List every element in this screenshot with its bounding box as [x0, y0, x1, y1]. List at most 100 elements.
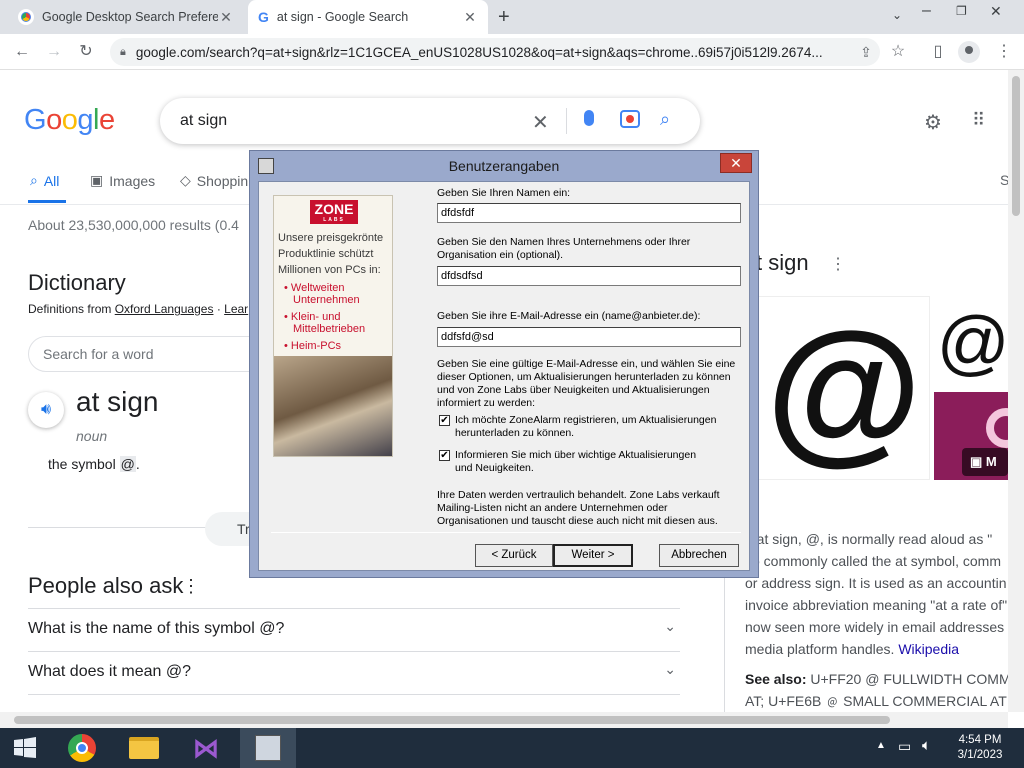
apps-grid-icon[interactable]: ⠿	[972, 110, 986, 131]
settings-gear-icon[interactable]: ⚙	[924, 110, 942, 135]
kp-image-at-sign[interactable]: @	[758, 296, 930, 480]
search-icon[interactable]: ⌕	[660, 109, 670, 130]
paa-question[interactable]: What does it mean @? ⌄	[28, 651, 680, 694]
paa-question-text: What does it mean @?	[28, 663, 191, 680]
bullet-text: Unternehmen	[293, 294, 360, 306]
logo-subtext: LABS	[323, 217, 345, 223]
tab-title: at sign - Google Search	[276, 10, 409, 24]
tab-close-icon[interactable]: ✕	[218, 9, 234, 25]
kp-image-at-sign-small[interactable]: @	[934, 296, 1010, 390]
learn-more-link[interactable]: Lear	[224, 302, 248, 316]
kp-image-purple[interactable]: ▣ M	[934, 392, 1024, 480]
oxford-languages-link[interactable]: Oxford Languages	[115, 302, 214, 316]
privacy-line: Mailing-Listen nicht an andere Unternehm…	[437, 502, 668, 514]
volume-icon[interactable]: 🔈︎	[922, 737, 931, 754]
pronounce-speaker-icon[interactable]: 🔊︎	[28, 392, 64, 428]
tab-close-icon[interactable]: ✕	[462, 9, 478, 25]
more-options-icon[interactable]: ⋮	[182, 576, 200, 597]
definition-symbol: @	[119, 456, 136, 472]
dialog-titlebar[interactable]: Benutzerangaben ✕	[250, 151, 758, 181]
start-button[interactable]	[0, 728, 50, 768]
cancel-button[interactable]: Abbrechen	[659, 544, 739, 567]
restore-icon[interactable]: ❐	[956, 4, 967, 18]
camera-lens-icon[interactable]	[620, 110, 640, 128]
tab-images[interactable]: ▣ Images	[90, 172, 155, 189]
clear-search-icon[interactable]: ✕	[532, 110, 549, 135]
back-arrow-icon[interactable]: ←	[12, 42, 32, 62]
microphone-icon[interactable]	[584, 110, 594, 126]
forward-arrow-icon[interactable]: →	[44, 42, 64, 62]
dialog-close-button[interactable]: ✕	[720, 153, 752, 173]
tab-shopping[interactable]: ◇ Shoppin	[180, 172, 248, 189]
image-icon: ▣	[970, 454, 983, 469]
tab-at-sign-search[interactable]: G at sign - Google Search ✕	[248, 0, 488, 34]
user-info-dialog: Benutzerangaben ✕ ZONE LABS Unsere preis…	[249, 150, 759, 578]
kp-line: e at sign, @, is normally read aloud as …	[745, 531, 993, 547]
newsletter-checkbox[interactable]: ✔	[439, 450, 450, 461]
network-icon[interactable]: ▭	[898, 738, 911, 755]
org-label: Geben Sie den Namen Ihres Unternehmens o…	[437, 236, 690, 262]
horizontal-scroll-thumb[interactable]	[14, 716, 890, 724]
tab-images-label: Images	[109, 172, 156, 189]
wikipedia-link[interactable]: Wikipedia	[898, 641, 959, 657]
tab-search-chevron-icon[interactable]: ⌄	[892, 8, 902, 22]
address-bar[interactable]: 🔒︎ google.com/search?q=at+sign&rlz=1C1GC…	[110, 38, 880, 66]
horizontal-scrollbar[interactable]	[0, 712, 1008, 728]
tab-all[interactable]: ⌕ All	[30, 172, 59, 189]
vertical-scrollbar[interactable]	[1008, 70, 1024, 712]
more-images-label: M	[985, 454, 997, 469]
taskbar-visual-studio[interactable]: ⋈	[178, 728, 234, 768]
back-button[interactable]: < Zurück	[475, 544, 553, 567]
chrome-favicon-icon	[18, 9, 34, 25]
paa-question-text: What is the name of this symbol @?	[28, 620, 285, 637]
see-also-text: AT; U+FE6B ﹫ SMALL COMMERCIAL AT	[745, 693, 1007, 709]
paa-question[interactable]: What is the name of this symbol @? ⌄	[28, 608, 680, 651]
zone-labs-banner: ZONE LABS Unsere preisgekrönte Produktli…	[273, 195, 393, 457]
bullet-text: Heim-PCs	[290, 340, 342, 352]
browser-tab-strip: Google Desktop Search Preferen ✕ G at si…	[0, 0, 1024, 34]
share-icon[interactable]: ⇪	[856, 42, 876, 62]
chevron-down-icon: ⌄	[664, 661, 676, 677]
name-input[interactable]: dfdsfdf	[437, 203, 741, 223]
taskbar-installer[interactable]	[240, 728, 296, 768]
check-label-line: herunterladen zu können.	[455, 427, 575, 439]
taskbar-chrome[interactable]	[54, 728, 110, 768]
minimize-icon[interactable]: –	[922, 2, 931, 20]
register-label[interactable]: Ich möchte ZoneAlarm registrieren, um Ak…	[455, 414, 716, 440]
see-also-label: See also:	[745, 671, 807, 687]
info-line: Geben Sie eine gültige E-Mail-Adresse ei…	[437, 358, 736, 370]
taskbar-file-explorer[interactable]	[116, 728, 172, 768]
next-button[interactable]: Weiter >	[553, 544, 633, 567]
clock-time: 4:54 PM	[958, 734, 1002, 746]
register-checkbox[interactable]: ✔	[439, 415, 450, 426]
google-logo[interactable]: Google	[24, 104, 115, 137]
clock-date: 3/1/2023	[957, 749, 1003, 761]
more-images-button[interactable]: ▣ M	[962, 448, 1008, 476]
newsletter-label[interactable]: Informieren Sie mich über wichtige Aktua…	[455, 449, 696, 475]
active-tab-indicator	[28, 200, 66, 203]
clock[interactable]: 4:54 PM 3/1/2023	[950, 733, 1010, 763]
privacy-line: Ihre Daten werden vertraulich behandelt.…	[437, 489, 720, 501]
reload-icon[interactable]: ↻	[76, 42, 96, 62]
side-panel-icon[interactable]: ▯	[928, 42, 948, 62]
vertical-scroll-thumb[interactable]	[1012, 76, 1020, 216]
org-label-line: Organisation ein (optional).	[437, 249, 564, 261]
kp-more-icon[interactable]: ⋮	[830, 254, 846, 274]
chrome-menu-icon[interactable]: ⋮	[994, 42, 1014, 62]
profile-avatar-icon[interactable]	[958, 41, 980, 63]
org-label-line: Geben Sie den Namen Ihres Unternehmens o…	[437, 236, 691, 248]
org-input[interactable]: dfdsdfsd	[437, 266, 741, 286]
tab-title: Google Desktop Search Preferen	[42, 10, 218, 24]
word-search-input[interactable]: Search for a word	[28, 336, 268, 372]
search-input[interactable]: at sign ✕ ⌕	[160, 98, 700, 144]
folder-icon	[129, 737, 159, 759]
email-input[interactable]: ddfsfd@sd	[437, 327, 741, 347]
chevron-down-icon: ⌄	[664, 618, 676, 634]
new-tab-button[interactable]: +	[498, 6, 510, 29]
bookmark-star-icon[interactable]: ☆	[888, 42, 908, 62]
show-hidden-icons-icon[interactable]: ▲	[876, 740, 886, 751]
image-icon: ▣	[90, 172, 104, 188]
search-icon: ⌕	[30, 172, 38, 188]
window-close-icon[interactable]: ✕	[990, 3, 1002, 20]
tab-google-desktop-search[interactable]: Google Desktop Search Preferen ✕	[8, 0, 244, 34]
